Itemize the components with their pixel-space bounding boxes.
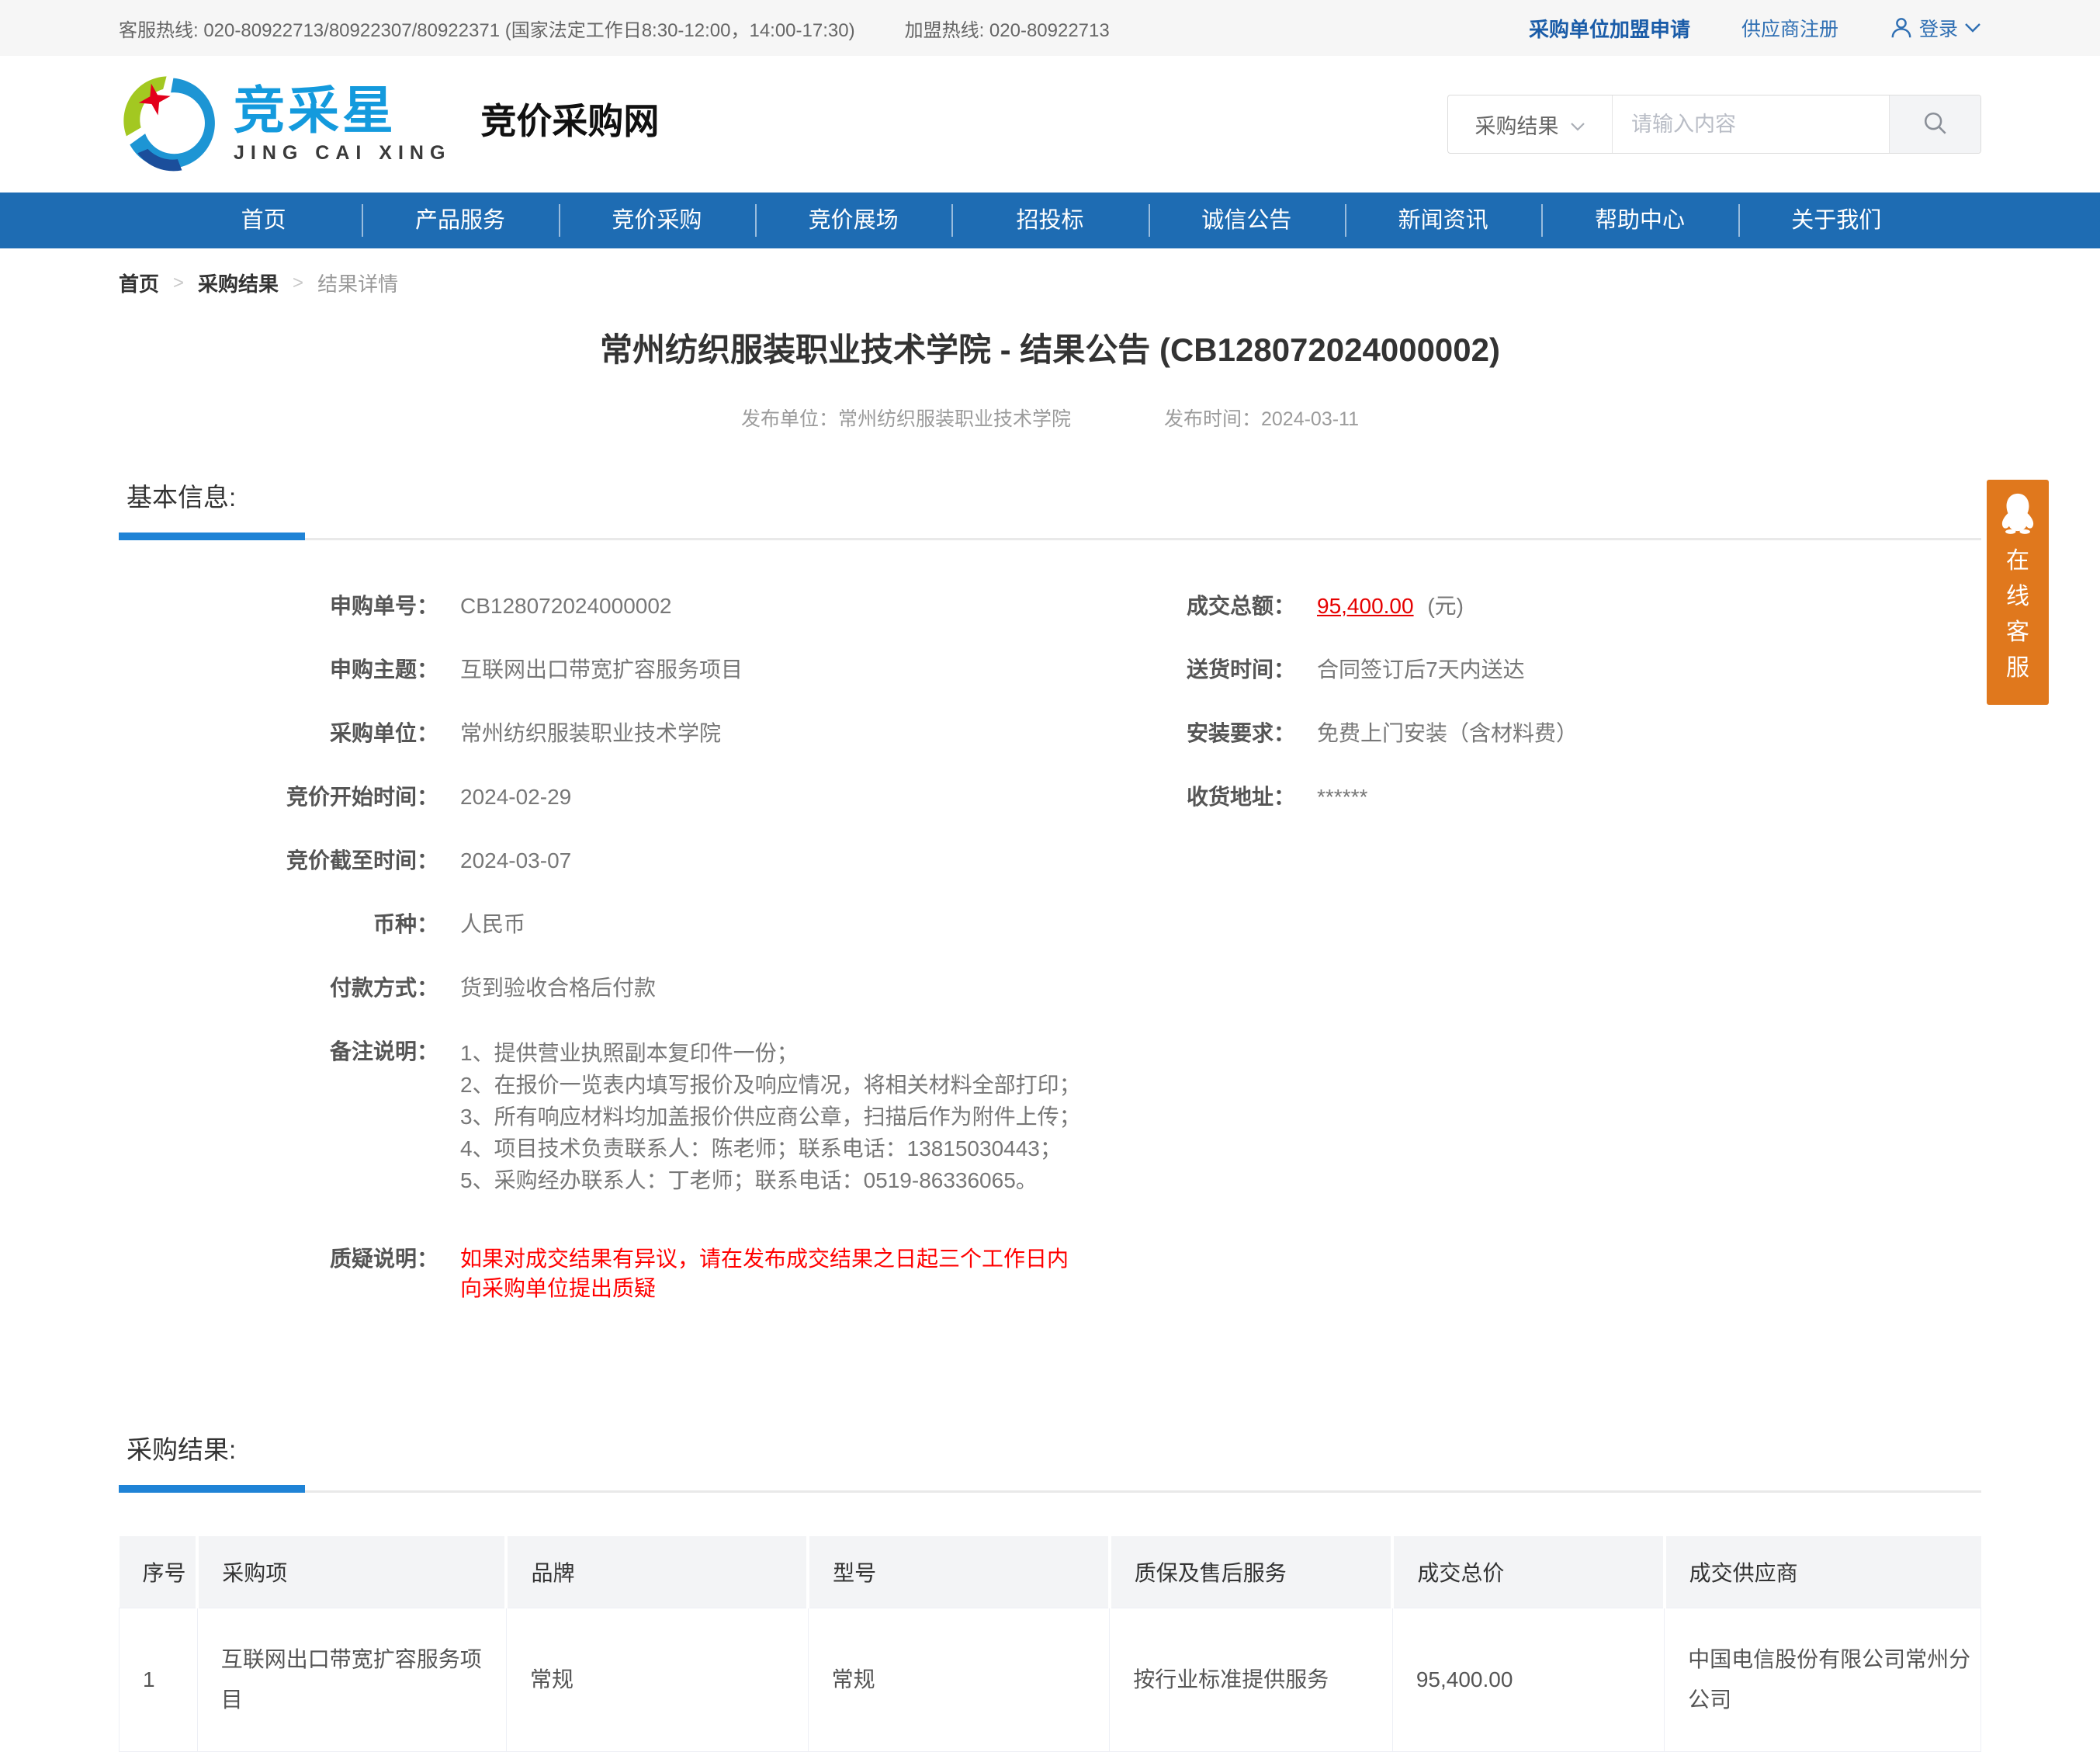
basic-info-heading: 基本信息:	[126, 477, 1981, 514]
amount-unit: (元)	[1427, 594, 1464, 618]
info-row-end-time: 竞价截至时间： 2024-03-07	[119, 846, 1089, 876]
basic-info-grid: 申购单号： CB128072024000002 申购主题： 互联网出口带宽扩容服…	[119, 592, 1981, 1337]
logo-cn-text: 竞采星	[234, 85, 451, 136]
info-row-order-no: 申购单号： CB128072024000002	[119, 592, 1089, 621]
chevron-down-icon	[1964, 23, 1981, 33]
cell-warranty: 按行业标准提供服务	[1110, 1608, 1393, 1751]
qq-penguin-icon	[1987, 492, 2049, 534]
cell-brand: 常规	[506, 1608, 808, 1751]
page-title: 常州纺织服装职业技术学院 - 结果公告 (CB128072024000002)	[0, 324, 2100, 371]
breadcrumb: 首页 > 采购结果 > 结果详情	[119, 269, 1981, 297]
cell-supplier: 中国电信股份有限公司常州分公司	[1665, 1608, 1981, 1751]
total-amount-link[interactable]: 95,400.00	[1317, 594, 1414, 618]
table-row: 1 互联网出口带宽扩容服务项目 常规 常规 按行业标准提供服务 95,400.0…	[120, 1608, 1981, 1751]
info-row-payment: 付款方式： 货到验收合格后付款	[119, 973, 1089, 1003]
info-row-total-amount: 成交总额： 95,400.00 (元)	[1089, 592, 1981, 621]
chevron-right-icon: >	[293, 272, 303, 294]
info-row-remarks: 备注说明： 1、提供营业执照副本复印件一份； 2、在报价一览表内填写报价及响应情…	[119, 1037, 1089, 1196]
results-heading: 采购结果:	[126, 1429, 1981, 1466]
page-meta: 发布单位：常州纺织服装职业技术学院 发布时间：2024-03-11	[0, 404, 2100, 432]
info-row-address: 收货地址： ******	[1089, 782, 1981, 812]
nav-item-exhibition[interactable]: 竞价展场	[755, 193, 951, 248]
table-header-row: 序号 采购项 品牌 型号 质保及售后服务 成交总价 成交供应商	[120, 1536, 1981, 1608]
topbar: 客服热线: 020-80922713/80922307/80922371 (国家…	[0, 0, 2100, 56]
info-row-dispute: 质疑说明： 如果对成交结果有异议，请在发布成交结果之日起三个工作日内向采购单位提…	[119, 1244, 1089, 1303]
remark-line: 1、提供营业执照副本复印件一份；	[460, 1037, 1081, 1069]
service-hotline: 客服热线: 020-80922713/80922307/80922371 (国家…	[119, 15, 855, 42]
col-total: 成交总价	[1392, 1536, 1664, 1608]
breadcrumb-home[interactable]: 首页	[119, 269, 159, 297]
publisher: 发布单位：常州纺织服装职业技术学院	[741, 404, 1071, 432]
supplier-register-link[interactable]: 供应商注册	[1741, 14, 1838, 42]
nav-item-tenders[interactable]: 招投标	[951, 193, 1148, 248]
info-row-subject: 申购主题： 互联网出口带宽扩容服务项目	[119, 655, 1089, 685]
col-seq: 序号	[120, 1536, 198, 1608]
search-category-value: 采购结果	[1475, 109, 1559, 140]
search-icon	[1922, 110, 1949, 139]
col-model: 型号	[808, 1536, 1110, 1608]
nav-item-news[interactable]: 新闻资讯	[1345, 193, 1541, 248]
online-service-tab[interactable]: 在线客服	[1987, 480, 2049, 705]
col-item: 采购项	[197, 1536, 506, 1608]
site-logo[interactable]: 竞采星 JING CAI XING 竞价采购网	[119, 73, 659, 175]
buyer-join-link[interactable]: 采购单位加盟申请	[1529, 14, 1690, 43]
remark-line: 4、项目技术负责联系人：陈老师；联系电话：13815030443；	[460, 1133, 1081, 1164]
online-service-label: 在线客服	[2005, 543, 2030, 686]
search-button[interactable]	[1889, 95, 1980, 153]
cell-model: 常规	[808, 1608, 1110, 1751]
dispute-warning-text: 如果对成交结果有异议，请在发布成交结果之日起三个工作日内向采购单位提出质疑	[460, 1244, 1089, 1303]
nav-item-bidding[interactable]: 竞价采购	[559, 193, 755, 248]
chevron-down-icon	[1570, 113, 1585, 137]
search-input[interactable]	[1613, 95, 1889, 153]
cell-total: 95,400.00	[1392, 1608, 1664, 1751]
nav-item-products[interactable]: 产品服务	[362, 193, 558, 248]
section-rule	[119, 1485, 1981, 1493]
site-header: 竞采星 JING CAI XING 竞价采购网 采购结果	[0, 56, 2100, 193]
remark-line: 5、采购经办联系人：丁老师；联系电话：0519-86336065。	[460, 1164, 1081, 1196]
login-label: 登录	[1919, 14, 1958, 42]
col-brand: 品牌	[506, 1536, 808, 1608]
user-icon	[1890, 16, 1913, 40]
logo-swirl-icon	[119, 73, 221, 175]
nav-item-about[interactable]: 关于我们	[1738, 193, 1935, 248]
site-name: 竞价采购网	[480, 93, 659, 144]
info-row-currency: 币种： 人民币	[119, 910, 1089, 939]
search-category-select[interactable]: 采购结果	[1448, 95, 1613, 153]
nav-item-help[interactable]: 帮助中心	[1541, 193, 1738, 248]
logo-en-text: JING CAI XING	[234, 142, 451, 165]
results-table: 序号 采购项 品牌 型号 质保及售后服务 成交总价 成交供应商 1 互联网出口带…	[119, 1536, 1981, 1752]
publish-time: 发布时间：2024-03-11	[1164, 404, 1359, 432]
info-row-purchaser: 采购单位： 常州纺织服装职业技术学院	[119, 719, 1089, 748]
join-hotline: 加盟热线: 020-80922713	[905, 15, 1110, 42]
search-bar: 采购结果	[1447, 95, 1981, 154]
breadcrumb-current: 结果详情	[317, 269, 398, 297]
col-warranty: 质保及售后服务	[1110, 1536, 1393, 1608]
info-row-delivery-time: 送货时间： 合同签订后7天内送达	[1089, 655, 1981, 685]
info-row-start-time: 竞价开始时间： 2024-02-29	[119, 782, 1089, 812]
col-supplier: 成交供应商	[1665, 1536, 1981, 1608]
login-link[interactable]: 登录	[1890, 14, 1981, 42]
cell-item: 互联网出口带宽扩容服务项目	[197, 1608, 506, 1751]
breadcrumb-results[interactable]: 采购结果	[198, 269, 279, 297]
nav-item-home[interactable]: 首页	[165, 193, 362, 248]
nav-item-integrity[interactable]: 诚信公告	[1149, 193, 1345, 248]
section-rule	[119, 533, 1981, 540]
remark-line: 3、所有响应材料均加盖报价供应商公章，扫描后作为附件上传；	[460, 1101, 1081, 1133]
main-nav: 首页 产品服务 竞价采购 竞价展场 招投标 诚信公告 新闻资讯 帮助中心 关于我…	[0, 193, 2100, 248]
cell-seq: 1	[120, 1608, 198, 1751]
remark-line: 2、在报价一览表内填写报价及响应情况，将相关材料全部打印；	[460, 1069, 1081, 1101]
chevron-right-icon: >	[173, 272, 184, 294]
info-row-install: 安装要求： 免费上门安装（含材料费）	[1089, 719, 1981, 748]
